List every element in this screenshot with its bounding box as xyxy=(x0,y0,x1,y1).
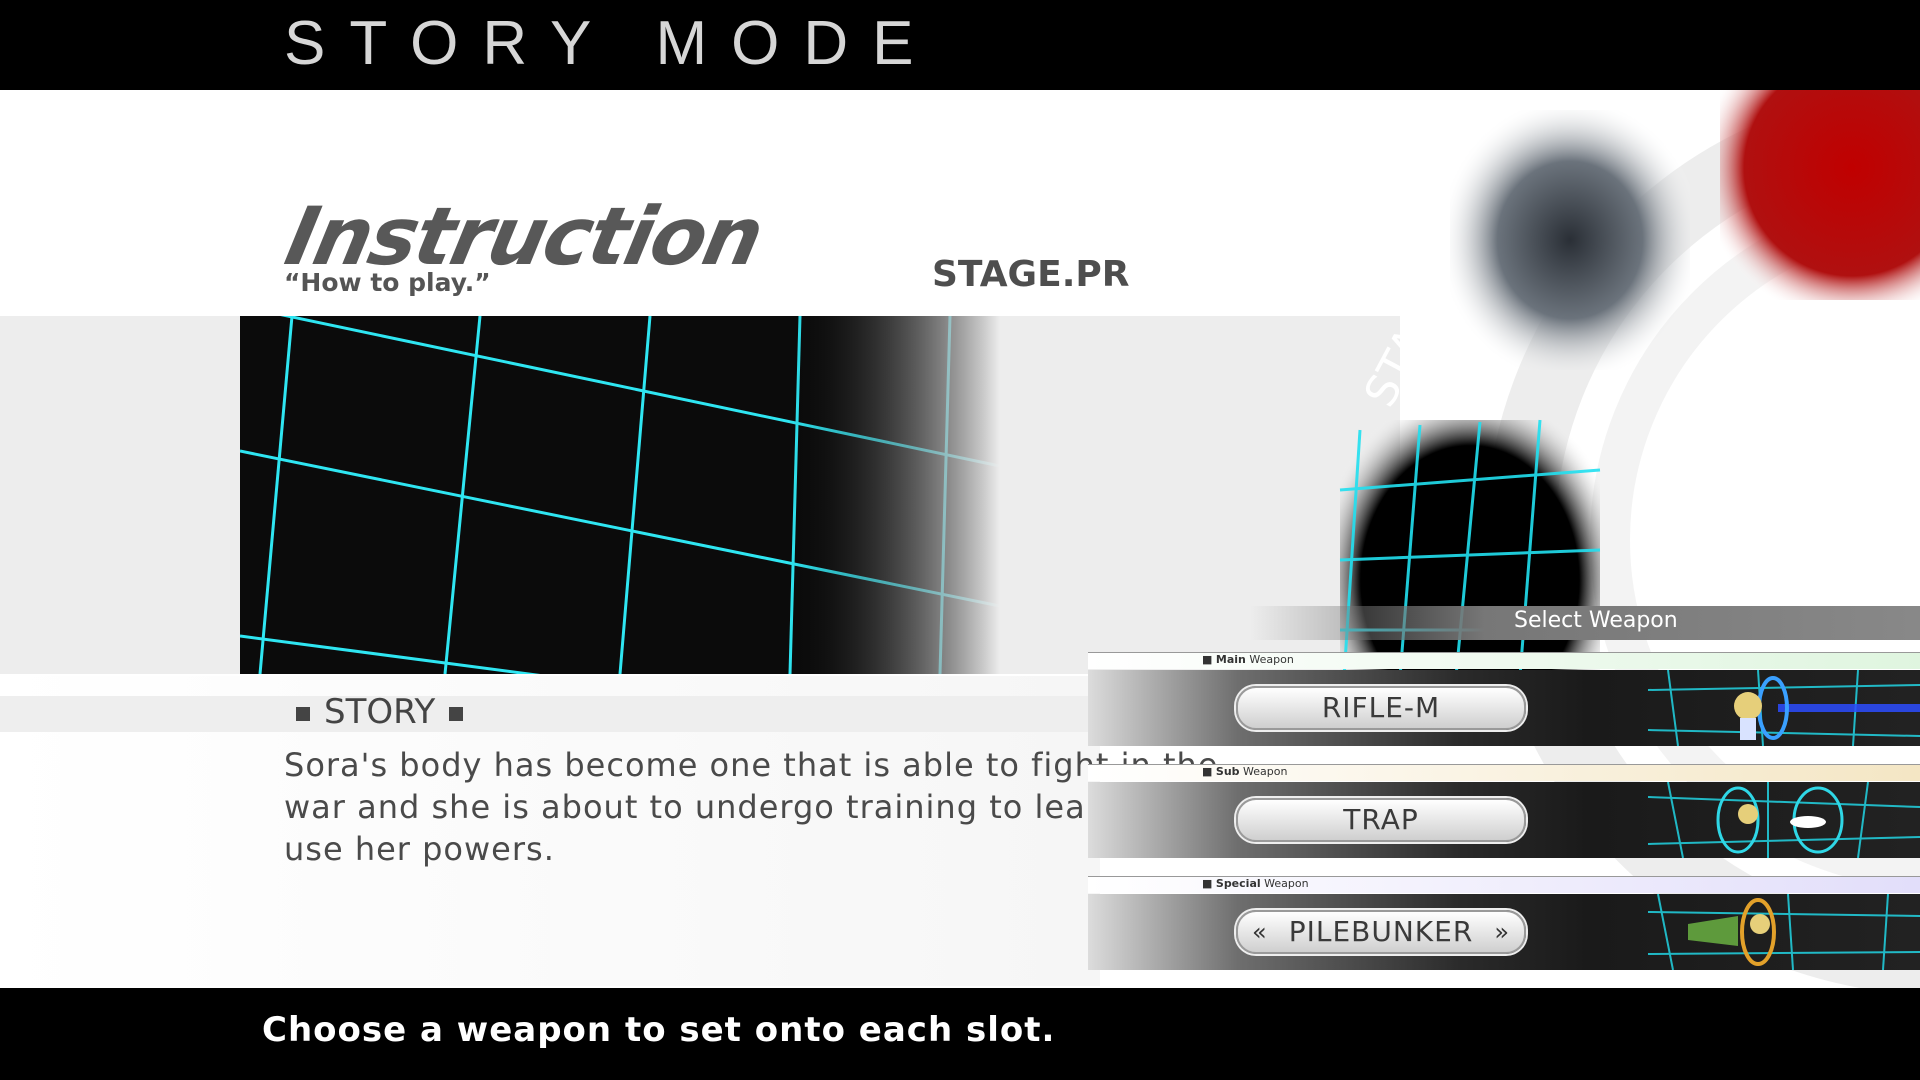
story-band xyxy=(0,696,1200,732)
special-weapon-value: PILEBUNKER xyxy=(1288,915,1474,948)
special-weapon-preview xyxy=(1648,894,1920,970)
stage-thumb-cloud xyxy=(1450,110,1690,370)
main-weapon-preview xyxy=(1648,670,1920,746)
bullet-square-icon xyxy=(449,706,464,721)
main-weapon-slot[interactable]: RIFLE-M xyxy=(1088,670,1920,746)
main-weapon-header: ■ Main Weapon xyxy=(1088,652,1920,669)
special-weapon-suffix: Weapon xyxy=(1264,877,1309,890)
main-weapon-value: RIFLE-M xyxy=(1321,691,1441,724)
sub-weapon-preview xyxy=(1648,782,1920,858)
stage-subtitle: “How to play.” xyxy=(284,268,491,297)
stage-thumb-red xyxy=(1720,90,1920,300)
bullet-square-icon xyxy=(296,706,310,721)
main-weapon-suffix: Weapon xyxy=(1249,653,1294,666)
sub-weapon-suffix: Weapon xyxy=(1243,765,1288,778)
stage-code: STAGE.PR xyxy=(932,254,1130,295)
special-weapon-type: Special xyxy=(1215,877,1261,890)
special-weapon-slot[interactable]: « PILEBUNKER » xyxy=(1088,894,1920,970)
sub-weapon-slot[interactable]: TRAP xyxy=(1088,782,1920,858)
chevron-right-double-icon[interactable]: » xyxy=(1494,912,1510,952)
main-weapon-value-button[interactable]: RIFLE-M xyxy=(1236,686,1526,730)
special-weapon-value-button[interactable]: « PILEBUNKER » xyxy=(1236,910,1526,954)
story-heading-label: STORY xyxy=(324,692,436,732)
chevron-left-double-icon[interactable]: « xyxy=(1252,912,1268,952)
select-weapon-label: Select Weapon xyxy=(1514,608,1678,633)
mode-title: STORY MODE xyxy=(284,9,938,78)
ring-stage-label: STAGE xyxy=(1355,265,1467,415)
sub-weapon-type: Sub xyxy=(1215,765,1240,778)
special-weapon-header: ■ Special Weapon xyxy=(1088,876,1920,893)
story-heading: STORY xyxy=(282,692,477,732)
footer-hint: Choose a weapon to set onto each slot. xyxy=(262,1010,1056,1050)
stage-preview-image xyxy=(240,316,1000,674)
sub-weapon-value-button[interactable]: TRAP xyxy=(1236,798,1526,842)
sub-weapon-value: TRAP xyxy=(1343,803,1419,836)
main-weapon-type: Main xyxy=(1215,653,1246,666)
sub-weapon-header: ■ Sub Weapon xyxy=(1088,764,1920,781)
